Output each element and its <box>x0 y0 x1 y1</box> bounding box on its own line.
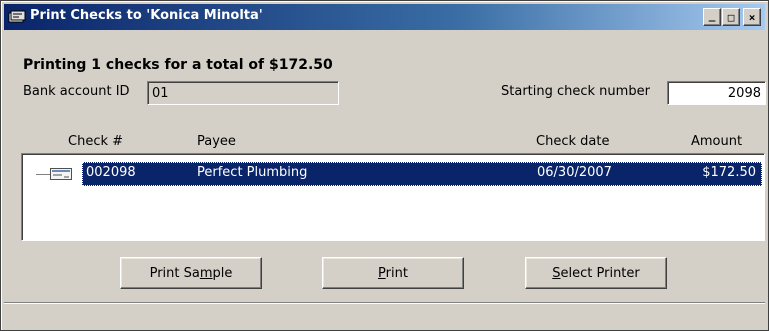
minimize-button[interactable]: _ <box>703 8 721 26</box>
check-row[interactable]: 002098 Perfect Plumbing 06/30/2007 $172.… <box>82 162 762 186</box>
check-date-cell: 06/30/2007 <box>537 165 612 180</box>
check-document-icon <box>50 168 72 180</box>
column-header-check-date[interactable]: Check date <box>536 134 609 149</box>
bank-account-field[interactable] <box>147 81 339 105</box>
print-sample-button[interactable]: Print Sample <box>120 257 262 289</box>
starting-check-label: Starting check number <box>501 84 650 99</box>
checks-list[interactable]: 002098 Perfect Plumbing 06/30/2007 $172.… <box>21 153 765 241</box>
maximize-icon: □ <box>727 10 735 24</box>
column-header-check-number[interactable]: Check # <box>68 134 123 149</box>
minimize-icon: _ <box>708 8 716 22</box>
checks-app-icon <box>8 10 26 23</box>
bank-account-label: Bank account ID <box>23 84 130 99</box>
select-printer-label: Select Printer <box>552 265 640 281</box>
window-title: Print Checks to 'Konica Minolta' <box>30 8 263 23</box>
starting-check-field[interactable] <box>667 81 766 105</box>
maximize-button[interactable]: □ <box>722 8 740 26</box>
print-button[interactable]: Print <box>322 257 464 289</box>
print-summary: Printing 1 checks for a total of $172.50 <box>23 57 333 73</box>
tree-connector <box>36 174 50 175</box>
status-bar <box>4 306 765 328</box>
status-separator <box>4 302 765 304</box>
print-label: Print <box>378 265 408 281</box>
select-printer-button[interactable]: Select Printer <box>525 257 667 289</box>
column-header-amount[interactable]: Amount <box>691 134 742 149</box>
check-number-cell: 002098 <box>86 165 136 180</box>
column-header-payee[interactable]: Payee <box>197 134 236 149</box>
title-bar[interactable]: Print Checks to 'Konica Minolta' _ □ × <box>4 4 765 30</box>
print-checks-window: Print Checks to 'Konica Minolta' _ □ × P… <box>0 0 769 331</box>
close-icon: × <box>748 10 756 24</box>
print-sample-label: Print Sample <box>149 265 233 281</box>
close-button[interactable]: × <box>743 8 761 26</box>
payee-cell: Perfect Plumbing <box>197 165 308 180</box>
amount-cell: $172.50 <box>702 165 756 180</box>
